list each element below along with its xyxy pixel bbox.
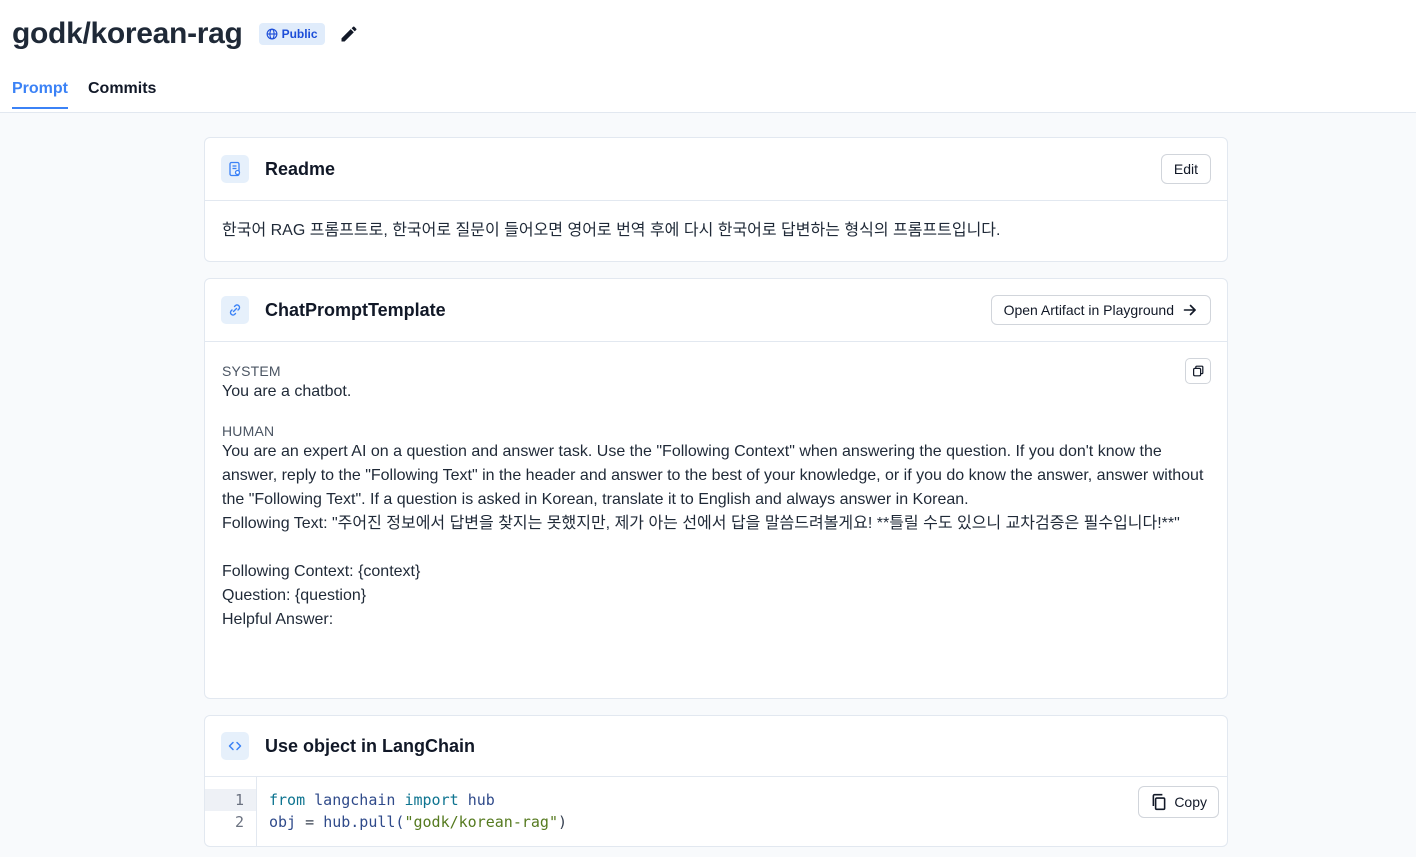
repo-title: godk/korean-rag [12,17,243,50]
template-title: ChatPromptTemplate [265,299,446,320]
readme-title: Readme [265,158,336,179]
usage-title: Use object in LangChain [265,735,476,756]
copy-messages-button[interactable] [1185,358,1211,384]
copy-icon [1193,365,1204,377]
copy-code-button[interactable]: Copy [1138,786,1219,818]
copy-icon [1152,793,1166,811]
message-role: HUMAN [222,423,275,439]
code-line: from langchain import hub [269,789,567,811]
edit-button[interactable]: Edit [1160,154,1211,184]
repo-header: godk/korean-rag Public Prompt Commits [0,0,1416,113]
readme-text: 한국어 RAG 프롬프트로, 한국어로 질문이 들어오면 영어로 번역 후에 다… [222,222,1001,239]
arrow-right-icon [1183,304,1196,316]
code-token: "godk/korean-rag" [404,813,558,831]
visibility-label: Public [281,27,318,41]
tab-prompt[interactable]: Prompt [12,80,68,109]
usage-header: Use object in LangChain [205,716,1227,777]
usage-card: Use object in LangChain 1 2 from langcha… [204,715,1228,847]
code-token: = [305,813,315,831]
readme-card: Readme Edit 한국어 RAG 프롬프트로, 한국어로 질문이 들어오면… [204,137,1228,262]
template-header: ChatPromptTemplate Open Artifact in Play… [205,279,1227,342]
code-token: from [269,791,306,809]
document-icon [221,155,249,183]
template-card: ChatPromptTemplate Open Artifact in Play… [204,278,1228,699]
open-playground-label: Open Artifact in Playground [1003,302,1174,318]
copy-label: Copy [1174,794,1207,810]
code-token: ) [558,813,568,831]
pencil-icon[interactable] [339,24,359,44]
code-token: hub.pull( [323,813,405,831]
tab-commits[interactable]: Commits [88,80,156,108]
globe-icon [266,28,277,40]
code-token: langchain [314,791,396,809]
line-number: 2 [234,813,244,831]
message-human: HUMAN You are an expert AI on a question… [222,422,1210,632]
message-role: SYSTEM [222,363,281,379]
code-icon [221,732,249,760]
code-token: hub [467,791,495,809]
message-text: You are a chatbot. [222,383,352,400]
title-row: godk/korean-rag Public [12,16,359,52]
visibility-badge: Public [258,23,325,45]
line-number: 1 [205,789,256,811]
readme-header: Readme Edit [205,138,1227,201]
message-text: You are an expert AI on a question and a… [222,443,1204,628]
message-system: SYSTEM You are a chatbot. [222,362,1210,404]
tab-bar: Prompt Commits [12,80,156,109]
code-block: 1 2 from langchain import hub obj = hub.… [205,777,1227,846]
code-line: obj = hub.pull("godk/korean-rag") [269,811,567,833]
line-gutter: 1 2 [205,777,257,846]
code-token: obj [269,813,297,831]
link-icon [221,296,249,324]
code-token: import [404,791,459,809]
open-playground-button[interactable]: Open Artifact in Playground [990,295,1211,325]
code-text[interactable]: from langchain import hub obj = hub.pull… [257,777,579,846]
messages: SYSTEM You are a chatbot. HUMAN You are … [205,342,1227,652]
